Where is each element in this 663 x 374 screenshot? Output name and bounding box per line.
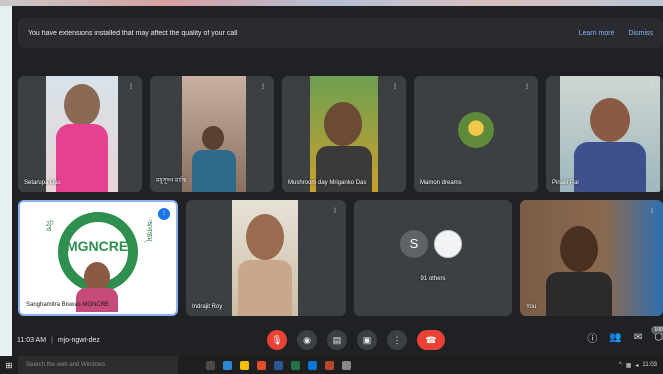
excel-icon[interactable] (291, 360, 300, 370)
participant-video (46, 76, 118, 192)
network-icon[interactable]: ▦ (626, 362, 632, 369)
participant-video (560, 76, 660, 192)
participant-name: Sanghamitra Biswas MGNCRE (26, 302, 110, 308)
dismiss-link[interactable]: Dismiss (629, 30, 654, 37)
participant-name: Setarupa Das (24, 180, 61, 186)
logo-org-text: MGNCRE (66, 238, 129, 254)
info-icon[interactable]: ⓘ (587, 330, 597, 345)
mic-muted-icon: ⁝ (129, 82, 133, 91)
mic-muted-icon: ⁝ (333, 206, 337, 215)
participant-tile[interactable]: ⁝ Indrajit Roy (186, 200, 346, 316)
extensions-warning-banner: You have extensions installed that may a… (18, 18, 663, 48)
participant-tile[interactable]: ⁝ You (520, 200, 663, 316)
others-count: 91 others (420, 276, 446, 282)
logo-text-right: অনন্তম্ (145, 220, 154, 242)
mic-muted-icon: ⁝ (650, 206, 654, 215)
chat-icon[interactable]: ✉ (634, 332, 642, 343)
store-icon[interactable] (308, 360, 317, 370)
participant-video (520, 200, 663, 316)
tray-overflow-icon[interactable]: ^ (619, 362, 622, 368)
windows-start-icon[interactable]: ⊞ (0, 356, 18, 374)
mic-muted-icon: ⁝ (525, 82, 529, 91)
edge-icon[interactable] (223, 360, 232, 370)
file-explorer-icon[interactable] (240, 360, 249, 370)
participant-avatar (434, 230, 462, 258)
participant-name: মধুসূদন মাঝি (156, 178, 187, 184)
participant-name: Mamon dreams (420, 180, 462, 186)
mic-off-button[interactable]: 🎙 (267, 330, 287, 350)
pin-icon[interactable]: ⁝ (158, 208, 170, 220)
participant-count-badge: 100 (651, 326, 663, 334)
participant-video (182, 76, 246, 192)
participant-video (310, 76, 378, 192)
camera-button[interactable]: ◉ (297, 330, 317, 350)
volume-icon[interactable]: ◂ (635, 362, 638, 369)
participant-name: Pinaki Pal (552, 180, 579, 186)
logo-text-left: বিশ্ব (44, 220, 53, 232)
mgncre-logo: বিশ্ব অনন্তম্ MGNCRE (40, 208, 156, 312)
participant-video (232, 200, 298, 316)
participant-name: Mushroom day Mriganko Das (288, 180, 367, 186)
windows-taskbar: ⊞ Search the web and Windows ^ ▦ ◂ 11:03 (0, 356, 663, 374)
powerpoint-icon[interactable] (325, 360, 334, 370)
participant-tile[interactable]: ⁝ Mamon dreams (414, 76, 538, 192)
meeting-control-bar: 11:03 AM | mjo-ngwt-dez 🎙 ◉ ▤ ▣ ⋮ ☎ ⓘ 👥 … (12, 324, 663, 356)
participant-tile[interactable]: ⁝ মধুসূদন মাঝি (150, 76, 274, 192)
participant-tile[interactable]: ⁝ Setarupa Das (18, 76, 142, 192)
taskbar-pinned-apps (206, 360, 351, 370)
participant-tile[interactable]: ⁝ Mushroom day Mriganko Das (282, 76, 406, 192)
present-button[interactable]: ▣ (357, 330, 377, 350)
more-options-button[interactable]: ⋮ (387, 330, 407, 350)
captions-button[interactable]: ▤ (327, 330, 347, 350)
participant-avatar: S (400, 230, 428, 258)
word-icon[interactable] (274, 360, 283, 370)
task-view-icon[interactable] (206, 360, 215, 370)
learn-more-link[interactable]: Learn more (579, 30, 615, 37)
participant-avatar (458, 112, 494, 148)
call-controls: 🎙 ◉ ▤ ▣ ⋮ ☎ (267, 330, 445, 350)
system-tray: ^ ▦ ◂ 11:03 (619, 362, 657, 369)
mic-muted-icon: ⁝ (650, 82, 654, 91)
mic-muted-icon: ⁝ (393, 82, 397, 91)
meeting-time: 11:03 AM (17, 336, 47, 344)
meeting-code: mjo-ngwt-dez (57, 336, 100, 344)
participant-tile[interactable]: বিশ্ব অনন্তম্ MGNCRE ⁝ Sanghamitra Biswa… (18, 200, 178, 316)
participant-tile[interactable]: ⁝ Pinaki Pal (546, 76, 663, 192)
end-call-button[interactable]: ☎ (417, 330, 445, 350)
meeting-side-controls: ⓘ 👥 100 ✉ ⬡ (587, 326, 663, 345)
participant-tile[interactable]: S 91 others (354, 200, 512, 316)
participant-name: Indrajit Roy (192, 304, 223, 310)
meet-call-window: You have extensions installed that may a… (12, 6, 663, 356)
mic-muted-icon: ⁝ (261, 82, 265, 91)
taskbar-search-input[interactable]: Search the web and Windows (18, 356, 178, 374)
window-left-edge (0, 6, 12, 356)
taskbar-clock[interactable]: 11:03 (642, 362, 657, 368)
chrome-icon[interactable] (257, 360, 266, 370)
banner-message: You have extensions installed that may a… (28, 29, 238, 37)
people-icon[interactable]: 👥 100 (609, 326, 663, 343)
participant-name: You (526, 304, 537, 310)
settings-icon[interactable] (342, 360, 351, 370)
